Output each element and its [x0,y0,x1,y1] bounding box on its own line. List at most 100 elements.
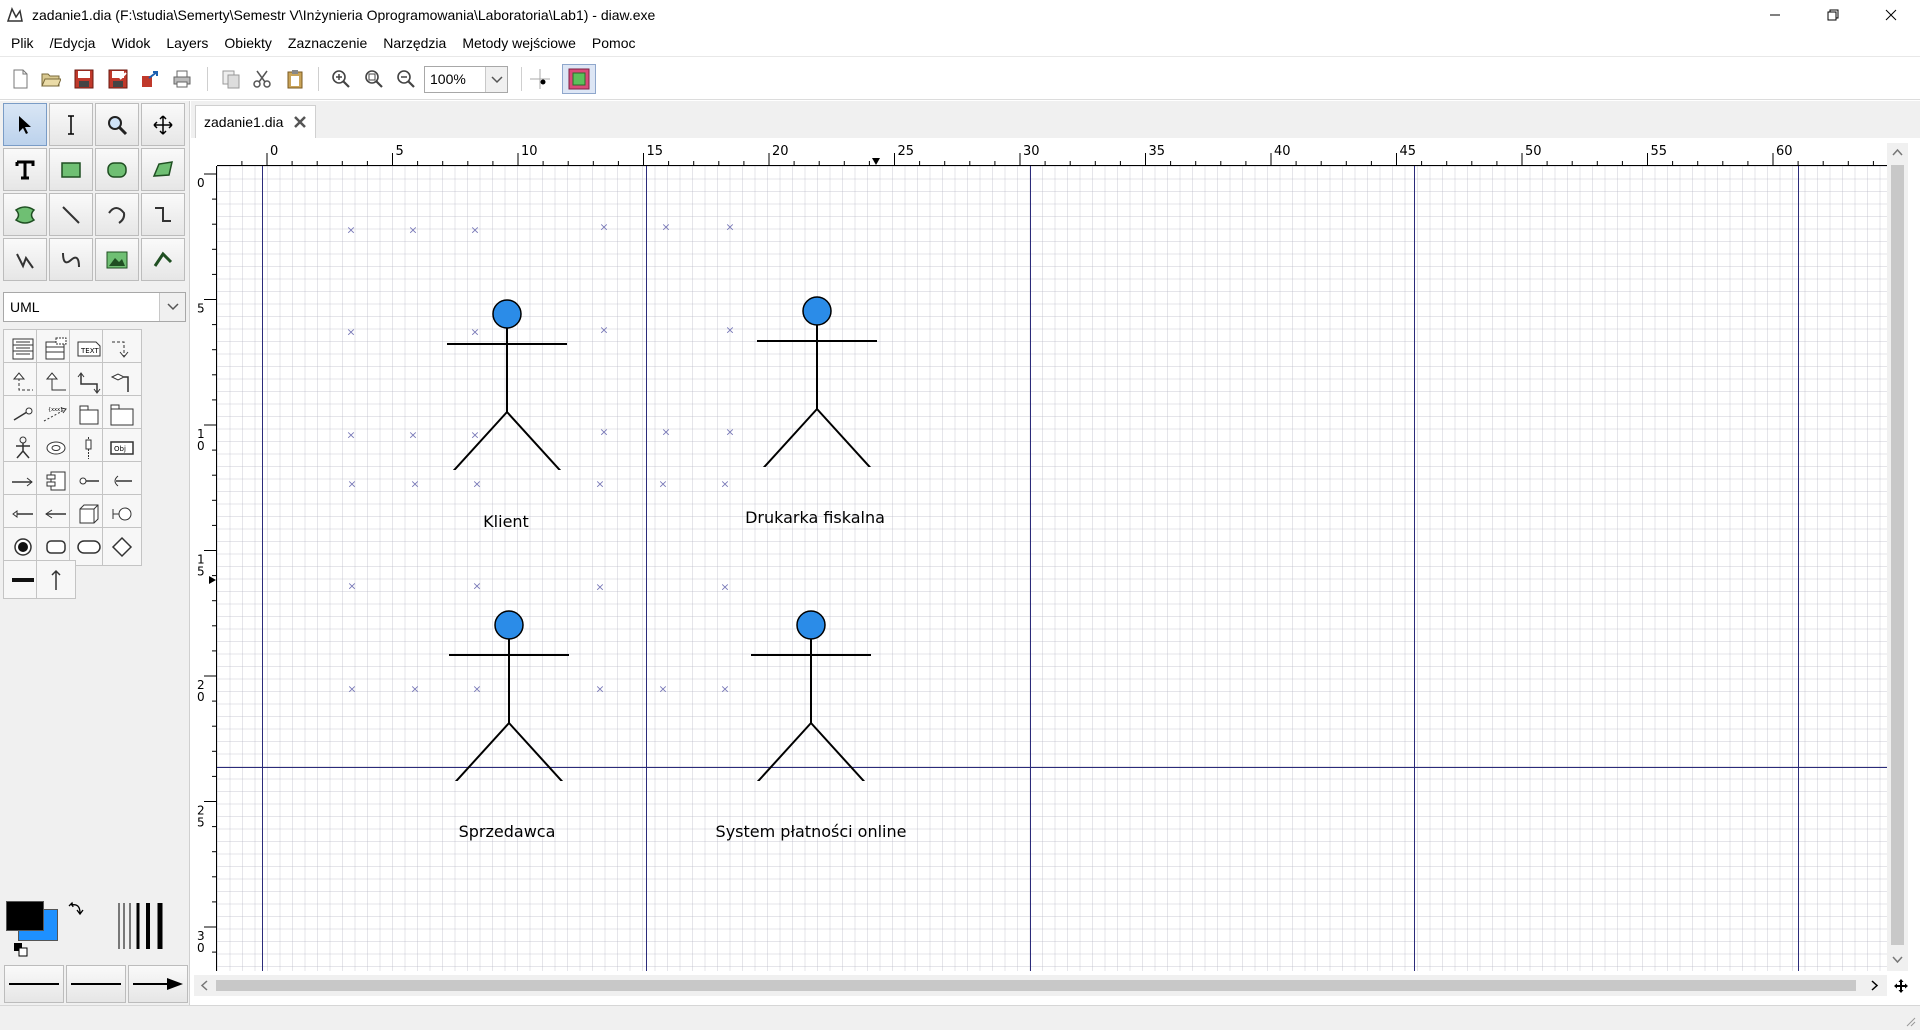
new-button[interactable] [8,67,32,91]
ellipse-tool[interactable] [95,148,139,191]
zigzag-line-tool[interactable] [141,193,185,236]
navigator-button[interactable] [1890,975,1911,996]
connection-point-handle[interactable]: × [661,222,670,233]
connection-point-handle[interactable]: × [472,581,481,592]
connection-point-handle[interactable]: × [725,427,734,438]
polyline-tool[interactable] [3,238,47,281]
start-arrow-selector[interactable] [4,965,64,1003]
resize-grip-icon[interactable] [1904,1015,1916,1027]
connection-point-handle[interactable]: × [595,684,604,695]
zoom-fit-button[interactable] [362,67,386,91]
scroll-right-icon[interactable] [1871,980,1879,991]
connection-point-handle[interactable]: × [347,479,356,490]
connection-point-handle[interactable]: × [595,582,604,593]
vertical-scroll-thumb[interactable] [1891,165,1904,945]
arc-tool[interactable] [95,193,139,236]
polygon-tool[interactable] [141,148,185,191]
close-tab-icon[interactable] [293,115,307,129]
snap-to-objects-button[interactable] [562,64,596,94]
open-button[interactable] [39,67,63,91]
sheet-selector[interactable]: UML [3,292,186,322]
zoom-out-button[interactable] [394,67,418,91]
connection-point-handle[interactable]: × [470,430,479,441]
uml-decision-shape[interactable] [102,527,142,566]
connection-point-handle[interactable]: × [470,225,479,236]
menu-obiekty[interactable]: Obiekty [217,35,280,51]
horizontal-scrollbar[interactable] [194,975,1887,996]
zoom-in-button[interactable] [329,67,353,91]
sheet-dropdown[interactable] [159,293,185,321]
connection-point-handle[interactable]: × [599,325,608,336]
actor-label[interactable]: System płatności online [716,822,907,841]
text-edit-tool[interactable] [49,103,93,146]
actor-label[interactable]: Klient [483,512,529,531]
connection-point-handle[interactable]: × [599,427,608,438]
connection-point-handle[interactable]: × [658,684,667,695]
uml-actor[interactable] [445,280,569,479]
save-as-button[interactable] [106,67,130,91]
actor-label[interactable]: Sprzedawca [459,822,556,841]
uml-actor[interactable] [749,591,873,790]
menu-metody-wejsciowe[interactable]: Metody wejściowe [455,35,585,51]
menu-plik[interactable]: Plik [4,35,43,51]
vertical-scrollbar[interactable] [1887,143,1908,971]
close-button[interactable] [1862,0,1920,29]
uml-actor[interactable] [447,591,571,790]
connection-point-handle[interactable]: × [720,684,729,695]
diagram-canvas[interactable]: Klient Drukarka fiskalna Sprzedawca Syst… [217,166,1887,971]
uml-transition-shape[interactable] [36,560,76,599]
menu-pomoc[interactable]: Pomoc [585,35,645,51]
print-button[interactable] [170,67,194,91]
connection-point-handle[interactable]: × [661,427,670,438]
horizontal-scroll-thumb[interactable] [216,980,1856,991]
line-style-button[interactable] [66,965,126,1003]
cut-button[interactable] [250,67,274,91]
connection-point-handle[interactable]: × [347,684,356,695]
zoom-value[interactable]: 100% [425,67,485,92]
scroll-down-icon[interactable] [1892,956,1903,964]
connection-point-handle[interactable]: × [472,684,481,695]
connection-point-handle[interactable]: × [599,222,608,233]
scroll-tool[interactable] [141,103,185,146]
uml-actor[interactable] [755,277,879,476]
menu-edycja[interactable]: /Edycja [43,35,105,51]
export-button[interactable] [138,67,162,91]
magnify-tool[interactable] [95,103,139,146]
connection-point-handle[interactable]: × [658,479,667,490]
box-tool[interactable] [49,148,93,191]
connection-point-handle[interactable]: × [595,479,604,490]
connection-point-handle[interactable]: × [347,581,356,592]
menu-widok[interactable]: Widok [104,35,159,51]
image-tool[interactable] [95,238,139,281]
scroll-left-icon[interactable] [200,980,208,991]
line-tool[interactable] [49,193,93,236]
connection-point-handle[interactable]: × [410,479,419,490]
connection-point-handle[interactable]: × [725,325,734,336]
menu-zaznaczenie[interactable]: Zaznaczenie [281,35,376,51]
connection-point-handle[interactable]: × [472,479,481,490]
copy-button[interactable] [219,67,243,91]
menu-narzedzia[interactable]: Narzędzia [376,35,455,51]
snap-to-grid-button[interactable] [528,67,552,91]
beziergon-tool[interactable] [3,193,47,236]
zoom-dropdown[interactable] [485,67,507,92]
zoom-combobox[interactable]: 100% [424,66,508,93]
actor-label[interactable]: Drukarka fiskalna [745,508,885,527]
end-arrow-selector[interactable] [128,965,188,1003]
connection-point-handle[interactable]: × [408,430,417,441]
bezier-tool[interactable] [49,238,93,281]
connection-point-handle[interactable]: × [725,222,734,233]
minimize-button[interactable] [1746,0,1804,29]
document-tab-label[interactable]: zadanie1.dia [204,114,283,130]
sheet-name[interactable]: UML [4,293,159,321]
connection-point-handle[interactable]: × [346,327,355,338]
pointer-tool[interactable] [3,103,47,146]
outline-tool[interactable] [141,238,185,281]
default-colors-icon[interactable] [14,943,28,957]
line-width-icon[interactable] [116,901,166,951]
connection-point-handle[interactable]: × [346,430,355,441]
menu-layers[interactable]: Layers [159,35,217,51]
connection-point-handle[interactable]: × [720,582,729,593]
save-button[interactable] [72,67,96,91]
text-tool[interactable] [3,148,47,191]
